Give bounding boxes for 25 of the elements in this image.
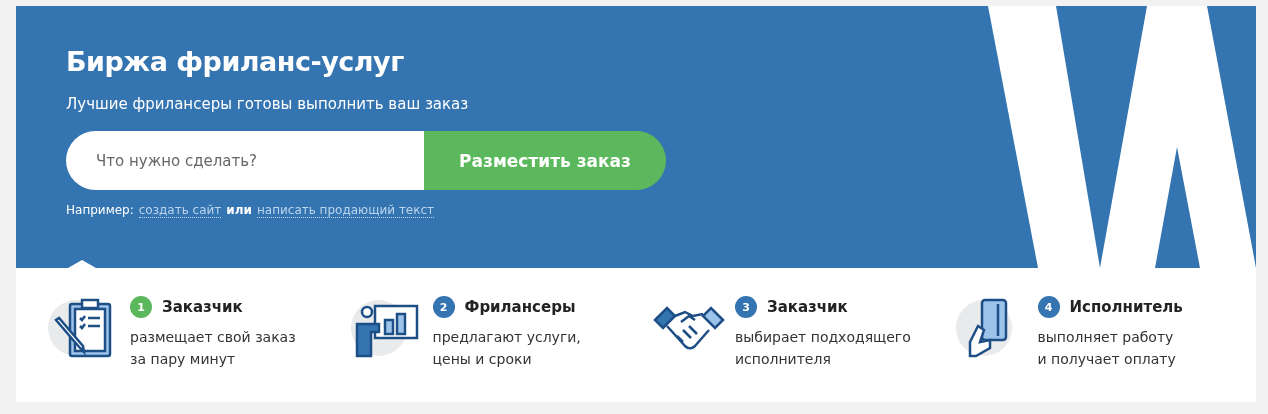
step-title: Заказчик	[767, 298, 848, 316]
step-description: за пару минут	[130, 350, 237, 369]
step-description: выбирает подходящего	[735, 328, 911, 347]
step-number-badge: 3	[735, 296, 757, 318]
step-description: исполнителя	[735, 350, 832, 369]
step-description: выполняет работу	[1037, 328, 1175, 347]
pointer-notch	[68, 260, 96, 268]
examples-label: Например:	[66, 203, 134, 218]
step-description: цены и сроки	[432, 350, 533, 369]
example-link[interactable]: написать продающий текст	[256, 203, 435, 218]
step-number-badge: 1	[130, 296, 152, 318]
step-number-badge: 2	[432, 296, 455, 318]
place-order-button[interactable]: Разместить заказ	[424, 131, 666, 190]
step-number-badge: 4	[1037, 296, 1060, 318]
step-title: Фрилансеры	[464, 298, 576, 316]
step-description: размещает свой заказ	[130, 328, 296, 347]
step-title: Исполнитель	[1069, 298, 1183, 316]
hero-title: Биржа фриланс-услуг	[66, 46, 405, 77]
example-link[interactable]: создать сайт	[138, 203, 222, 218]
step-description: предлагают услуги,	[432, 328, 581, 347]
separator-text: или	[226, 203, 252, 218]
hero-subtitle: Лучшие фрилансеры готовы выполнить ваш заказ	[66, 95, 470, 113]
step-description: и получает оплату	[1037, 350, 1177, 369]
search-field[interactable]: Что нужно сделать?	[66, 131, 424, 190]
step-title: Заказчик	[162, 298, 243, 316]
